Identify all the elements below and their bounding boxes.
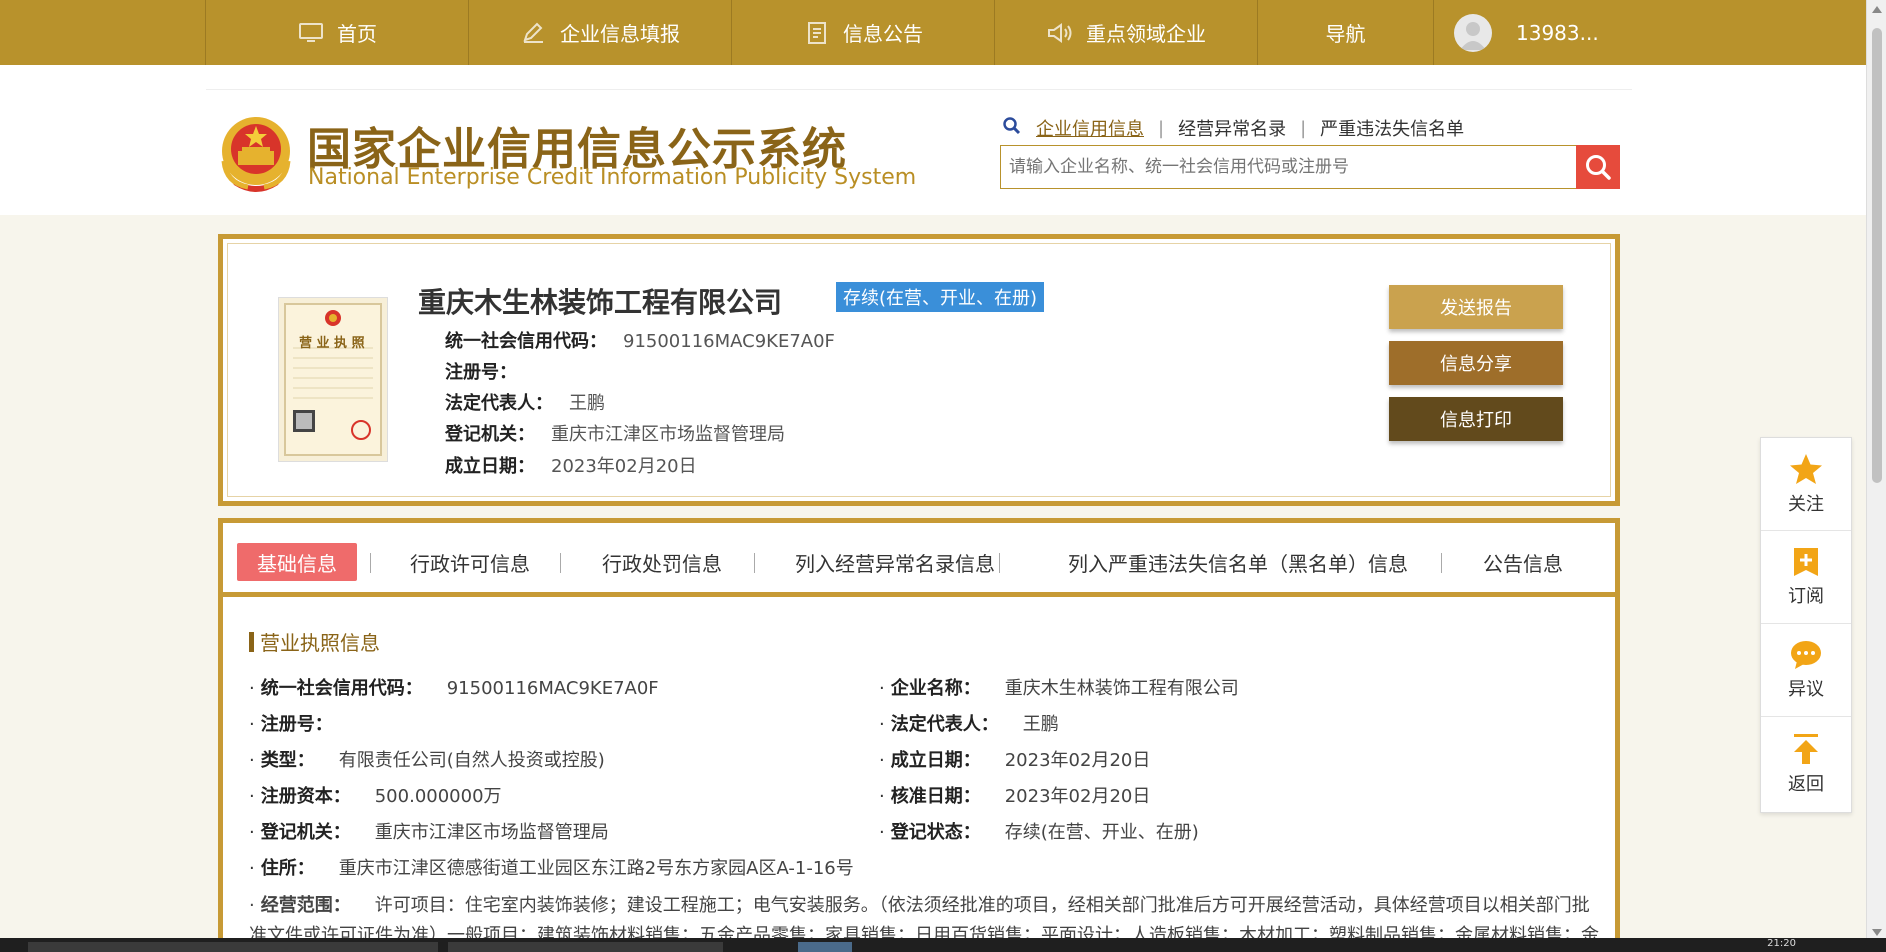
os-taskbar: 21:20 <box>0 938 1886 952</box>
side-toolbar: 关注 订阅 异议 返回 <box>1760 437 1852 813</box>
nav-spacer <box>0 0 206 65</box>
link-enterprise-credit[interactable]: 企业信用信息 <box>1036 115 1144 141</box>
field-company-name: · 企业名称： 重庆木生林装饰工程有限公司 <box>879 678 1239 699</box>
speaker-icon <box>1046 22 1074 44</box>
search-bar <box>1000 145 1620 189</box>
info-founded: 成立日期： 2023年02月20日 <box>445 456 697 477</box>
link-blacklist[interactable]: 严重违法失信名单 <box>1320 115 1464 141</box>
divider <box>206 89 1632 90</box>
user-name: 13983... <box>1516 20 1599 45</box>
section-title: 营业执照信息 <box>249 627 380 656</box>
field-approved: · 核准日期： 2023年02月20日 <box>879 786 1151 807</box>
nav-label: 信息公告 <box>843 22 923 46</box>
field-credit-code: · 统一社会信用代码： 91500116MAC9KE7A0F <box>249 678 659 699</box>
objection-button[interactable]: 异议 <box>1761 624 1851 717</box>
link-abnormal-list[interactable]: 经营异常名录 <box>1178 115 1286 141</box>
info-credit-code: 统一社会信用代码： 91500116MAC9KE7A0F <box>445 331 835 352</box>
site-header: 国家企业信用信息公示系统 National Enterprise Credit … <box>0 65 1866 215</box>
national-emblem-logo <box>218 113 294 197</box>
header-links: 企业信用信息 | 经营异常名录 | 严重违法失信名单 <box>1002 115 1464 141</box>
chat-icon <box>1791 641 1821 669</box>
nav-label: 导航 <box>1325 22 1366 46</box>
business-license-image[interactable]: 营 业 执 照 <box>278 297 388 462</box>
tab-bar: 基础信息 行政许可信息 行政处罚信息 列入经营异常名录信息 列入严重违法失信名单… <box>223 523 1615 597</box>
tab-separator <box>754 553 755 573</box>
nav-label: 重点领域企业 <box>1086 22 1206 46</box>
field-type: · 类型： 有限责任公司(自然人投资或控股) <box>249 750 605 771</box>
search-small-icon <box>1002 116 1022 141</box>
separator: | <box>1158 117 1165 139</box>
taskbar-search[interactable] <box>28 942 438 952</box>
back-to-top-icon <box>1794 733 1818 764</box>
nav-item-filing[interactable]: 企业信息填报 <box>469 0 732 65</box>
taskbar-app[interactable] <box>798 942 852 952</box>
nav-label: 企业信息填报 <box>560 22 680 46</box>
field-reg-number: · 注册号： <box>249 714 333 735</box>
avatar <box>1454 13 1492 52</box>
company-name: 重庆木生林装饰工程有限公司 <box>418 286 783 319</box>
nav-label: 首页 <box>337 22 377 46</box>
company-card: 营 业 执 照 重庆木生林装饰工程有限公司 存续(在营、开业、在册) 统一社会信… <box>218 234 1620 506</box>
info-registry: 登记机关： 重庆市江津区市场监督管理局 <box>445 424 785 445</box>
tab-separator <box>560 553 561 573</box>
taskbar-app[interactable] <box>448 942 723 952</box>
license-title: 营 业 执 照 <box>299 336 365 351</box>
info-reg-number: 注册号： <box>445 362 517 383</box>
subscribe-button[interactable]: 订阅 <box>1761 531 1851 624</box>
taskbar-clock: 21:20 <box>1767 938 1796 949</box>
main-panel: 基础信息 行政许可信息 行政处罚信息 列入经营异常名录信息 列入严重违法失信名单… <box>218 518 1620 952</box>
search-input[interactable] <box>1001 147 1576 187</box>
share-button[interactable]: 信息分享 <box>1389 341 1563 385</box>
document-icon <box>803 21 831 44</box>
search-button[interactable] <box>1576 145 1620 189</box>
separator: | <box>1300 117 1307 139</box>
scroll-up-arrow[interactable] <box>1872 6 1882 13</box>
field-registry: · 登记机关： 重庆市江津区市场监督管理局 <box>249 822 609 843</box>
user-menu[interactable]: 13983... <box>1434 0 1664 65</box>
tab-separator <box>370 553 371 573</box>
subscribe-icon <box>1794 548 1818 576</box>
field-address: · 住所： 重庆市江津区德感街道工业园区东江路2号东方家园A区A-1-16号 <box>249 858 854 879</box>
page-scrollbar[interactable] <box>1866 0 1886 952</box>
nav-item-home[interactable]: 首页 <box>206 0 469 65</box>
field-capital: · 注册资本： 500.000000万 <box>249 786 502 807</box>
scroll-thumb[interactable] <box>1872 28 1882 483</box>
tab-admin-penalty[interactable]: 行政处罚信息 <box>602 543 722 581</box>
info-legal-rep: 法定代表人： 王鹏 <box>445 393 605 414</box>
status-badge: 存续(在营、开业、在册) <box>836 282 1045 312</box>
tab-separator <box>1441 553 1442 573</box>
print-button[interactable]: 信息打印 <box>1389 397 1563 441</box>
site-title-en: National Enterprise Credit Information P… <box>308 165 917 190</box>
scroll-down-arrow[interactable] <box>1872 929 1882 936</box>
search-icon <box>1586 155 1611 180</box>
tab-announcements[interactable]: 公告信息 <box>1483 543 1563 581</box>
tab-abnormal-list[interactable]: 列入经营异常名录信息 <box>795 543 995 581</box>
nav-item-key-enterprises[interactable]: 重点领域企业 <box>995 0 1258 65</box>
field-founded: · 成立日期： 2023年02月20日 <box>879 750 1151 771</box>
send-report-button[interactable]: 发送报告 <box>1389 285 1563 329</box>
back-to-top-button[interactable]: 返回 <box>1761 717 1851 810</box>
edit-icon <box>520 22 548 44</box>
tab-basic-info[interactable]: 基础信息 <box>237 543 357 581</box>
nav-item-announcements[interactable]: 信息公告 <box>732 0 995 65</box>
star-icon <box>1790 454 1822 484</box>
monitor-icon <box>297 22 325 44</box>
follow-button[interactable]: 关注 <box>1761 438 1851 531</box>
tab-blacklist[interactable]: 列入严重违法失信名单（黑名单）信息 <box>1068 543 1408 581</box>
field-legal-rep: · 法定代表人： 王鹏 <box>879 714 1059 735</box>
top-nav: 首页 企业信息填报 信息公告 重点领域企业 导航 13983... <box>0 0 1866 65</box>
field-status: · 登记状态： 存续(在营、开业、在册) <box>879 822 1199 843</box>
scope-label: 经营范围： <box>260 895 351 916</box>
tab-admin-license[interactable]: 行政许可信息 <box>410 543 530 581</box>
nav-item-navigation[interactable]: 导航 <box>1258 0 1434 65</box>
tab-separator <box>999 553 1000 573</box>
